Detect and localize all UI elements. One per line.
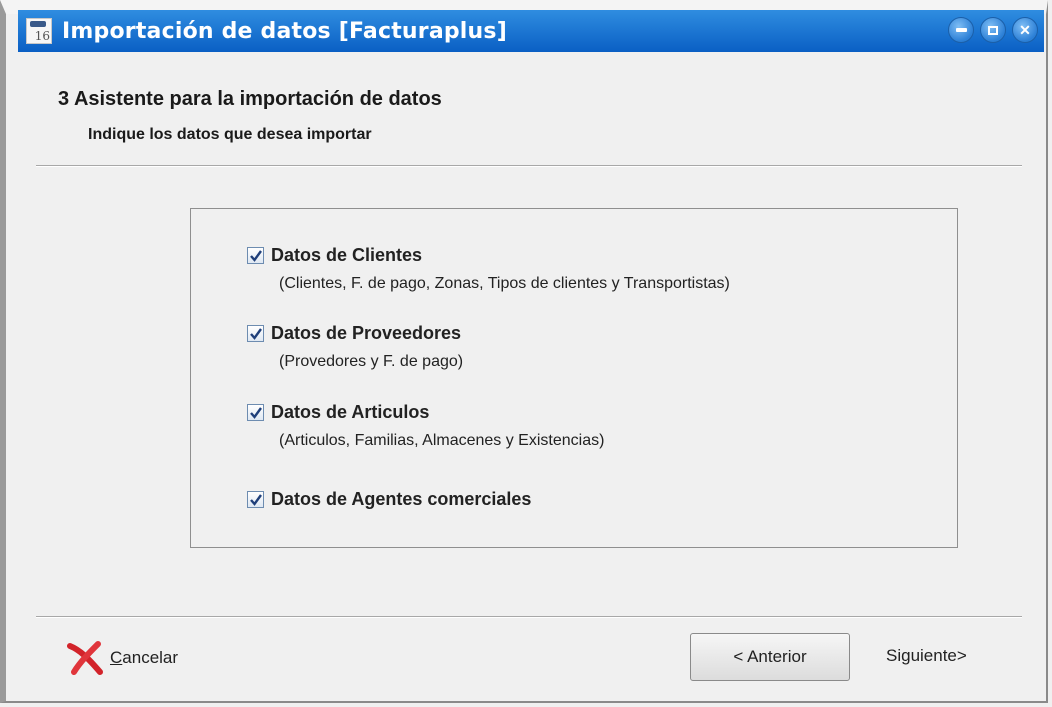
option-agentes: Datos de Agentes comerciales [247, 489, 531, 510]
option-articulos: Datos de Articulos (Articulos, Familias,… [247, 402, 604, 450]
checkbox-articulos[interactable] [247, 404, 264, 421]
cancel-button[interactable]: Cancelar [66, 640, 178, 676]
app-icon: 16 [26, 18, 52, 44]
maximize-button[interactable] [980, 17, 1006, 43]
checkbox-clientes[interactable] [247, 247, 264, 264]
option-label[interactable]: Datos de Clientes [271, 245, 422, 266]
close-icon: ✕ [1019, 21, 1031, 38]
checkbox-proveedores[interactable] [247, 325, 264, 342]
red-x-icon [66, 640, 108, 676]
next-button[interactable]: Siguiente> [886, 646, 967, 666]
option-label[interactable]: Datos de Articulos [271, 402, 429, 423]
back-label: < Anterior [733, 647, 807, 666]
close-button[interactable]: ✕ [1012, 17, 1038, 43]
next-label: Siguiente> [886, 646, 967, 665]
cancel-label: Cancelar [110, 648, 179, 667]
option-proveedores: Datos de Proveedores (Provedores y F. de… [247, 323, 463, 371]
window-title: Importación de datos [Facturaplus] [62, 18, 507, 44]
option-label[interactable]: Datos de Agentes comerciales [271, 489, 531, 510]
option-description: (Provedores y F. de pago) [279, 353, 464, 370]
minimize-button[interactable] [948, 17, 974, 43]
checkbox-agentes[interactable] [247, 491, 264, 508]
option-description: (Clientes, F. de pago, Zonas, Tipos de c… [279, 275, 730, 292]
app-icon-number: 16 [34, 29, 50, 43]
option-label[interactable]: Datos de Proveedores [271, 323, 461, 344]
option-clientes: Datos de Clientes (Clientes, F. de pago,… [247, 245, 730, 293]
title-bar[interactable]: 16 Importación de datos [Facturaplus] ✕ [18, 10, 1044, 52]
header-divider [36, 165, 1022, 167]
option-description: (Articulos, Familias, Almacenes y Existe… [279, 432, 605, 449]
footer-divider [36, 616, 1022, 618]
back-button[interactable]: < Anterior [690, 633, 850, 681]
maximize-icon [988, 25, 998, 35]
options-panel: Datos de Clientes (Clientes, F. de pago,… [190, 208, 958, 548]
page-title: 3 Asistente para la importación de datos [58, 88, 442, 110]
page-subtitle: Indique los datos que desea importar [88, 126, 372, 143]
minimize-icon [955, 28, 967, 32]
